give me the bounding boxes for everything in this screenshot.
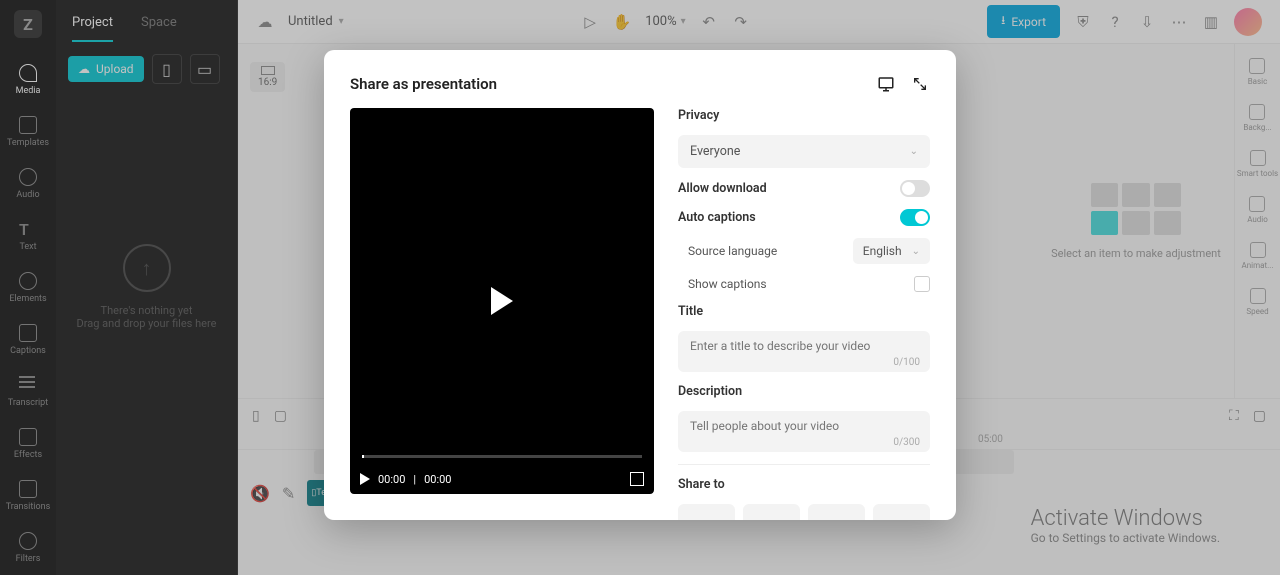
share-to-label: Share to	[678, 477, 930, 492]
allow-download-toggle[interactable]	[900, 180, 930, 197]
privacy-label: Privacy	[678, 108, 930, 123]
expand-icon[interactable]	[910, 74, 930, 94]
auto-captions-label: Auto captions	[678, 210, 756, 225]
preview-fullscreen-icon[interactable]	[630, 472, 644, 486]
preview-play-icon[interactable]	[360, 473, 370, 485]
title-counter: 0/100	[893, 357, 920, 368]
share-modal: Share as presentation 00:00 | 00:00	[324, 50, 956, 520]
share-target-4[interactable]	[873, 504, 930, 520]
title-label: Title	[678, 304, 930, 319]
show-captions-label: Show captions	[688, 277, 767, 291]
share-target-3[interactable]	[808, 504, 865, 520]
chevron-down-icon: ⌄	[910, 146, 918, 157]
source-language-label: Source language	[688, 244, 777, 258]
description-input[interactable]	[690, 419, 918, 433]
description-counter: 0/300	[893, 437, 920, 448]
play-big-icon[interactable]	[491, 287, 513, 315]
modal-backdrop[interactable]: Share as presentation 00:00 | 00:00	[0, 0, 1280, 575]
show-captions-checkbox[interactable]	[914, 276, 930, 292]
video-preview[interactable]: 00:00 | 00:00	[350, 108, 654, 494]
source-language-dropdown[interactable]: English ⌄	[853, 238, 930, 264]
auto-captions-toggle[interactable]	[900, 209, 930, 226]
chevron-down-icon: ⌄	[912, 246, 920, 257]
description-label: Description	[678, 384, 930, 399]
present-mode-icon[interactable]	[876, 74, 896, 94]
description-field[interactable]: 0/300	[678, 411, 930, 452]
share-target-2[interactable]	[743, 504, 800, 520]
share-target-1[interactable]	[678, 504, 735, 520]
privacy-dropdown[interactable]: Everyone ⌄	[678, 135, 930, 168]
current-time: 00:00	[378, 473, 405, 486]
title-field[interactable]: 0/100	[678, 331, 930, 372]
share-form: Privacy Everyone ⌄ Allow download Auto c…	[678, 108, 930, 520]
allow-download-label: Allow download	[678, 181, 767, 196]
title-input[interactable]	[690, 339, 918, 353]
total-time: 00:00	[424, 473, 451, 486]
preview-progress[interactable]	[362, 455, 642, 458]
modal-title: Share as presentation	[350, 75, 862, 93]
